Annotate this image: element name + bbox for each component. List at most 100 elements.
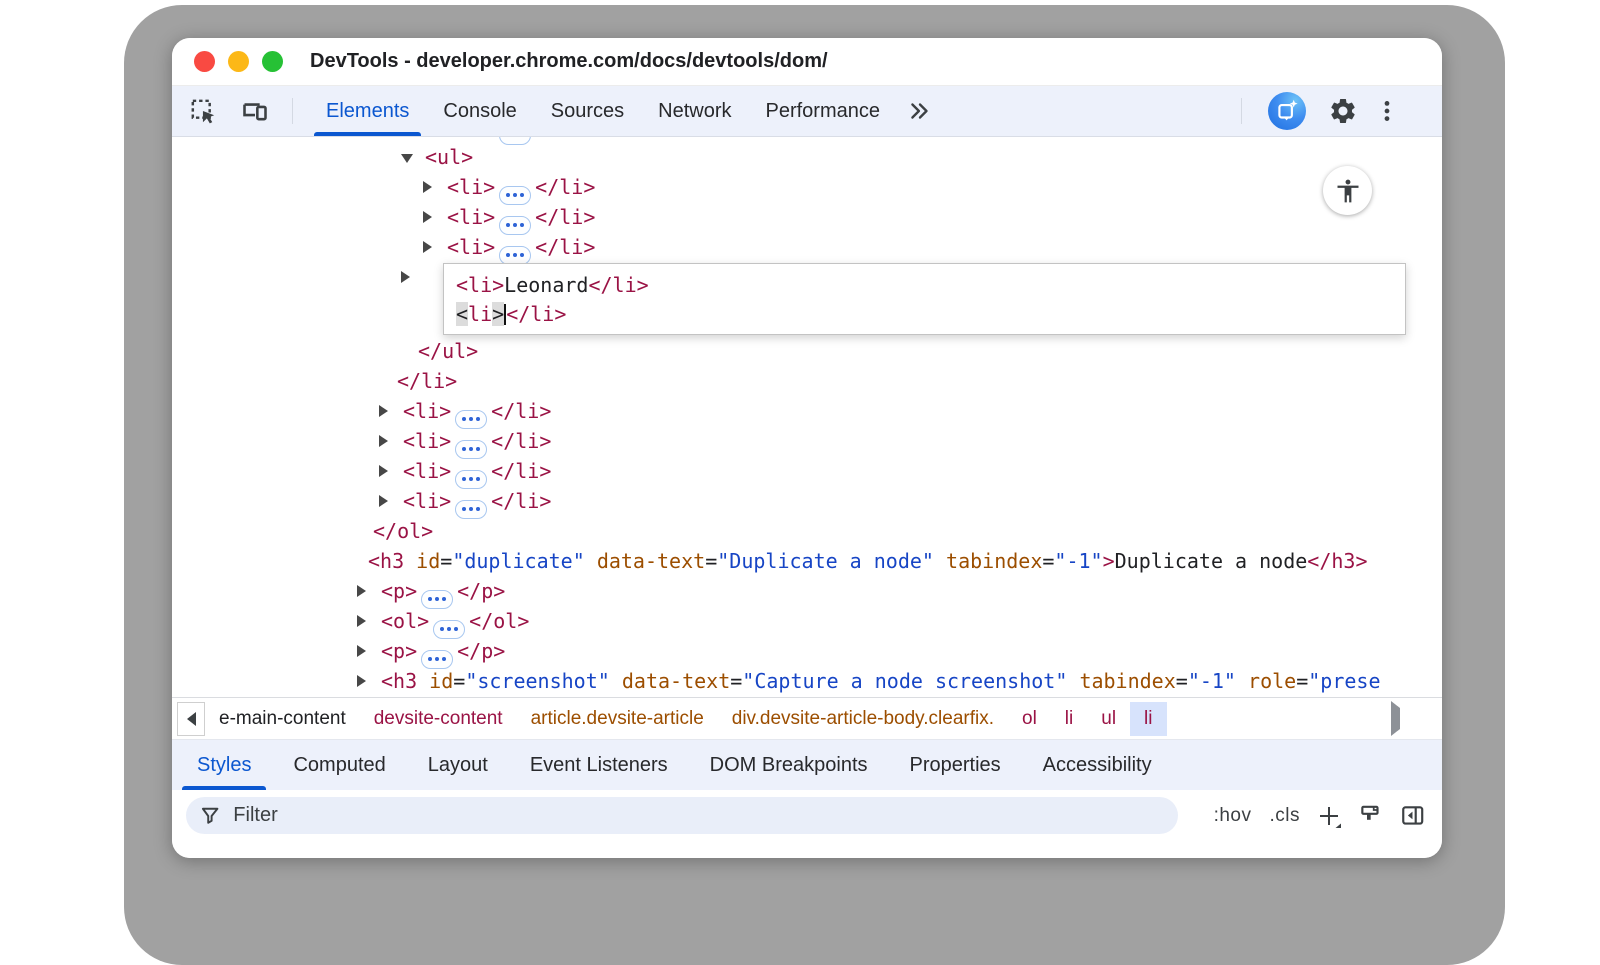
breadcrumb-scroll-left-button[interactable]: [177, 702, 205, 736]
expand-arrow-icon[interactable]: [357, 585, 366, 597]
code-token: <p>: [381, 639, 417, 663]
inspect-element-icon[interactable]: [188, 96, 218, 126]
tab-elements[interactable]: Elements: [309, 86, 426, 136]
ellipsis-dot: [454, 627, 458, 631]
li-node[interactable]: <li></li>: [172, 396, 1442, 426]
expand-arrow-icon[interactable]: [357, 645, 366, 657]
code-token: <p>: [381, 579, 417, 603]
accessibility-overlay-button[interactable]: [1323, 166, 1372, 215]
ai-assistance-icon[interactable]: [1268, 92, 1306, 130]
li-close[interactable]: </li>: [172, 366, 1442, 396]
li-node[interactable]: <li></li>: [172, 232, 1442, 262]
ol-close[interactable]: </ol>: [172, 516, 1442, 546]
breadcrumb-item-ul[interactable]: ul: [1087, 702, 1130, 736]
breadcrumb-item-e-main-content[interactable]: e-main-content: [205, 702, 360, 736]
tab-styles[interactable]: Styles: [176, 740, 272, 790]
expand-arrow-icon[interactable]: [379, 405, 388, 417]
code-token: <li>: [447, 175, 495, 199]
code-token: id: [429, 669, 453, 693]
edit-line: <li></li>: [456, 300, 1405, 329]
p-node[interactable]: <p></p>: [172, 636, 1442, 666]
ul-close[interactable]: </ul>: [172, 336, 1442, 366]
code-token: "prese: [1308, 669, 1380, 693]
more-tabs-icon[interactable]: [897, 98, 943, 124]
filter-input[interactable]: [231, 803, 1163, 828]
tab-layout[interactable]: Layout: [407, 740, 509, 790]
minimize-window-button[interactable]: [228, 51, 249, 72]
collapse-arrow-icon[interactable]: [401, 154, 413, 163]
rendering-emulation-brush-icon[interactable]: [1358, 803, 1384, 829]
expand-arrow-icon[interactable]: [379, 495, 388, 507]
styles-pane-controls: :hov .cls: [1196, 797, 1426, 834]
code-token: [404, 549, 416, 573]
tab-network[interactable]: Network: [641, 86, 748, 136]
code-token: "-1": [1054, 549, 1102, 573]
code-token: <li>: [403, 459, 451, 483]
tab-performance[interactable]: Performance: [749, 86, 898, 136]
expand-arrow-icon[interactable]: [379, 465, 388, 477]
code-token: </li>: [535, 235, 595, 259]
filter-field[interactable]: [186, 797, 1178, 834]
code-token: tabindex: [946, 549, 1042, 573]
edit-as-html-box[interactable]: <li>Leonard</li><li></li>: [443, 263, 1406, 335]
ol-node[interactable]: <ol></ol>: [172, 606, 1442, 636]
element-classes-button[interactable]: .cls: [1270, 805, 1301, 827]
tab-sources[interactable]: Sources: [534, 86, 641, 136]
expand-arrow-icon[interactable]: [357, 675, 366, 687]
li-node[interactable]: <li></li>: [172, 486, 1442, 516]
device-toolbar-icon[interactable]: [240, 96, 270, 126]
tab-computed[interactable]: Computed: [272, 740, 406, 790]
toolbar-right-controls: [1241, 86, 1404, 136]
sidebar-panel-tabs: StylesComputedLayoutEvent ListenersDOM B…: [172, 739, 1442, 790]
tab-console[interactable]: Console: [426, 86, 533, 136]
settings-gear-icon[interactable]: [1326, 94, 1360, 128]
p-node[interactable]: <p></p>: [172, 576, 1442, 606]
h3-duplicate[interactable]: <h3 id="duplicate" data-text="Duplicate …: [172, 546, 1442, 576]
breadcrumb-item-li[interactable]: li: [1051, 702, 1087, 736]
li-node[interactable]: <li></li>: [172, 202, 1442, 232]
title-bar: DevTools - developer.chrome.com/docs/dev…: [172, 38, 1442, 86]
kebab-menu-icon[interactable]: [1370, 94, 1404, 128]
zoom-window-button[interactable]: [262, 51, 283, 72]
new-style-rule-button[interactable]: [1316, 803, 1342, 829]
toggle-element-state-button[interactable]: :hov: [1214, 805, 1252, 827]
code-token: "Duplicate a node": [717, 549, 934, 573]
li-node[interactable]: <li> </li>: [172, 172, 1442, 202]
li-node[interactable]: <li></li>: [172, 456, 1442, 486]
breadcrumb-item-ol[interactable]: ol: [1008, 702, 1051, 736]
expand-arrow-icon[interactable]: [423, 211, 432, 223]
tab-properties[interactable]: Properties: [889, 740, 1022, 790]
expand-arrow-icon[interactable]: [423, 241, 432, 253]
expand-arrow-icon[interactable]: [423, 181, 432, 193]
breadcrumb-item-article-devsite-article[interactable]: article.devsite-article: [517, 702, 718, 736]
tab-dom-breakpoints[interactable]: DOM Breakpoints: [689, 740, 889, 790]
expand-arrow-icon[interactable]: [379, 435, 388, 447]
code-token: [417, 669, 429, 693]
code-token: [585, 549, 597, 573]
li-node[interactable]: <li></li>: [172, 426, 1442, 456]
code-token: role: [1248, 669, 1296, 693]
code-token: </li>: [491, 429, 551, 453]
ellipsis-dot: [513, 223, 517, 227]
toggle-sidebar-panel-icon[interactable]: [1400, 803, 1426, 829]
breadcrumb-item-li[interactable]: li: [1130, 702, 1166, 736]
chevron-right-icon: [1391, 701, 1400, 736]
ellipsis-dot: [469, 477, 473, 481]
expand-arrow-icon[interactable]: [401, 271, 410, 283]
tab-accessibility[interactable]: Accessibility: [1022, 740, 1173, 790]
breadcrumb: e-main-contentdevsite-contentarticle.dev…: [172, 697, 1442, 739]
code-token: </li>: [397, 369, 457, 393]
li-node-editing[interactable]: <li>Leonard</li><li></li>: [172, 262, 1442, 336]
breadcrumb-item-div-devsite-article-body-clearfix-[interactable]: div.devsite-article-body.clearfix.: [718, 702, 1008, 736]
h3-screenshot[interactable]: <h3 id="screenshot" data-text="Capture a…: [172, 666, 1442, 696]
ellipsis-dot: [462, 447, 466, 451]
ul-open[interactable]: <ul>: [172, 142, 1442, 172]
close-window-button[interactable]: [194, 51, 215, 72]
code-token: "-1": [1188, 669, 1236, 693]
code-token: </li>: [535, 175, 595, 199]
tab-event-listeners[interactable]: Event Listeners: [509, 740, 689, 790]
code-token: =: [1176, 669, 1188, 693]
expand-arrow-icon[interactable]: [357, 615, 366, 627]
breadcrumb-scroll-right-button[interactable]: [1391, 708, 1400, 730]
breadcrumb-item-devsite-content[interactable]: devsite-content: [360, 702, 517, 736]
